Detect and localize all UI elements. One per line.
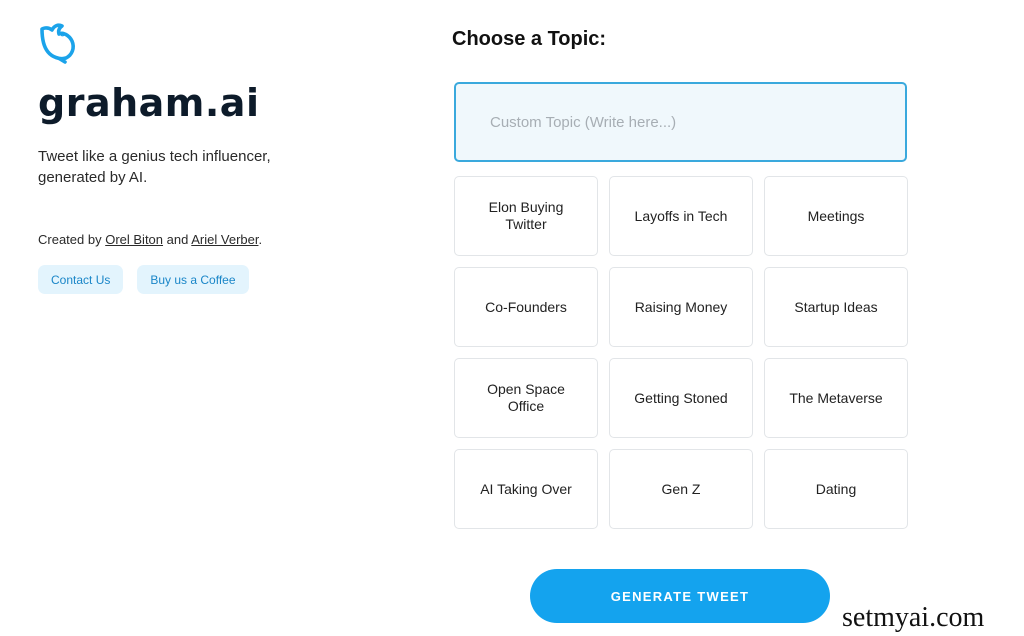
topic-button[interactable]: AI Taking Over [454, 449, 598, 529]
credits: Created by Orel Biton and Ariel Verber. [38, 232, 378, 247]
topic-button[interactable]: Open Space Office [454, 358, 598, 438]
topic-button[interactable]: Elon Buying Twitter [454, 176, 598, 256]
link-buttons: Contact Us Buy us a Coffee [38, 265, 378, 294]
topic-button[interactable]: Dating [764, 449, 908, 529]
tagline: Tweet like a genius tech influencer, gen… [38, 148, 271, 186]
buy-coffee-button[interactable]: Buy us a Coffee [137, 265, 249, 294]
contact-us-button[interactable]: Contact Us [38, 265, 124, 294]
topic-grid: Elon Buying Twitter Layoffs in Tech Meet… [454, 176, 908, 529]
credits-prefix: Created by [38, 232, 102, 247]
bird-icon [40, 23, 75, 64]
watermark: setmyai.com [842, 602, 985, 633]
topic-button[interactable]: Gen Z [609, 449, 753, 529]
topic-button[interactable]: Co-Founders [454, 267, 598, 347]
custom-topic-input[interactable] [454, 82, 907, 162]
generate-tweet-button[interactable]: GENERATE TWEET [530, 569, 830, 623]
credits-joiner: and [166, 232, 189, 247]
page-title: Choose a Topic: [452, 28, 607, 50]
author-link-orel[interactable]: Orel Biton [105, 232, 163, 247]
credits-suffix: . [258, 232, 263, 247]
topic-button[interactable]: The Metaverse [764, 358, 908, 438]
topic-button[interactable]: Getting Stoned [609, 358, 753, 438]
topic-button[interactable]: Startup Ideas [764, 267, 908, 347]
sidebar: graham.ai Tweet like a genius tech influ… [38, 22, 378, 294]
page: graham.ai Tweet like a genius tech influ… [0, 0, 1024, 636]
topic-button[interactable]: Raising Money [609, 267, 753, 347]
topic-button[interactable]: Meetings [764, 176, 908, 256]
author-link-ariel[interactable]: Ariel Verber [191, 232, 258, 247]
brand-name: graham.ai [38, 81, 260, 125]
topic-button[interactable]: Layoffs in Tech [609, 176, 753, 256]
